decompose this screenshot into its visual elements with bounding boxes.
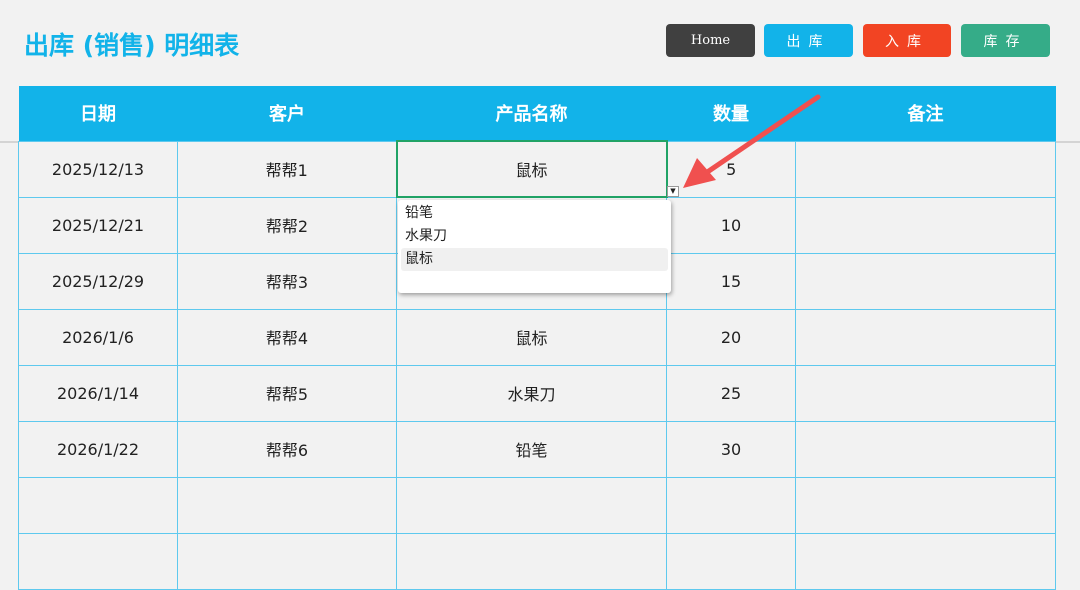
annotation-arrow-icon [683, 94, 821, 188]
